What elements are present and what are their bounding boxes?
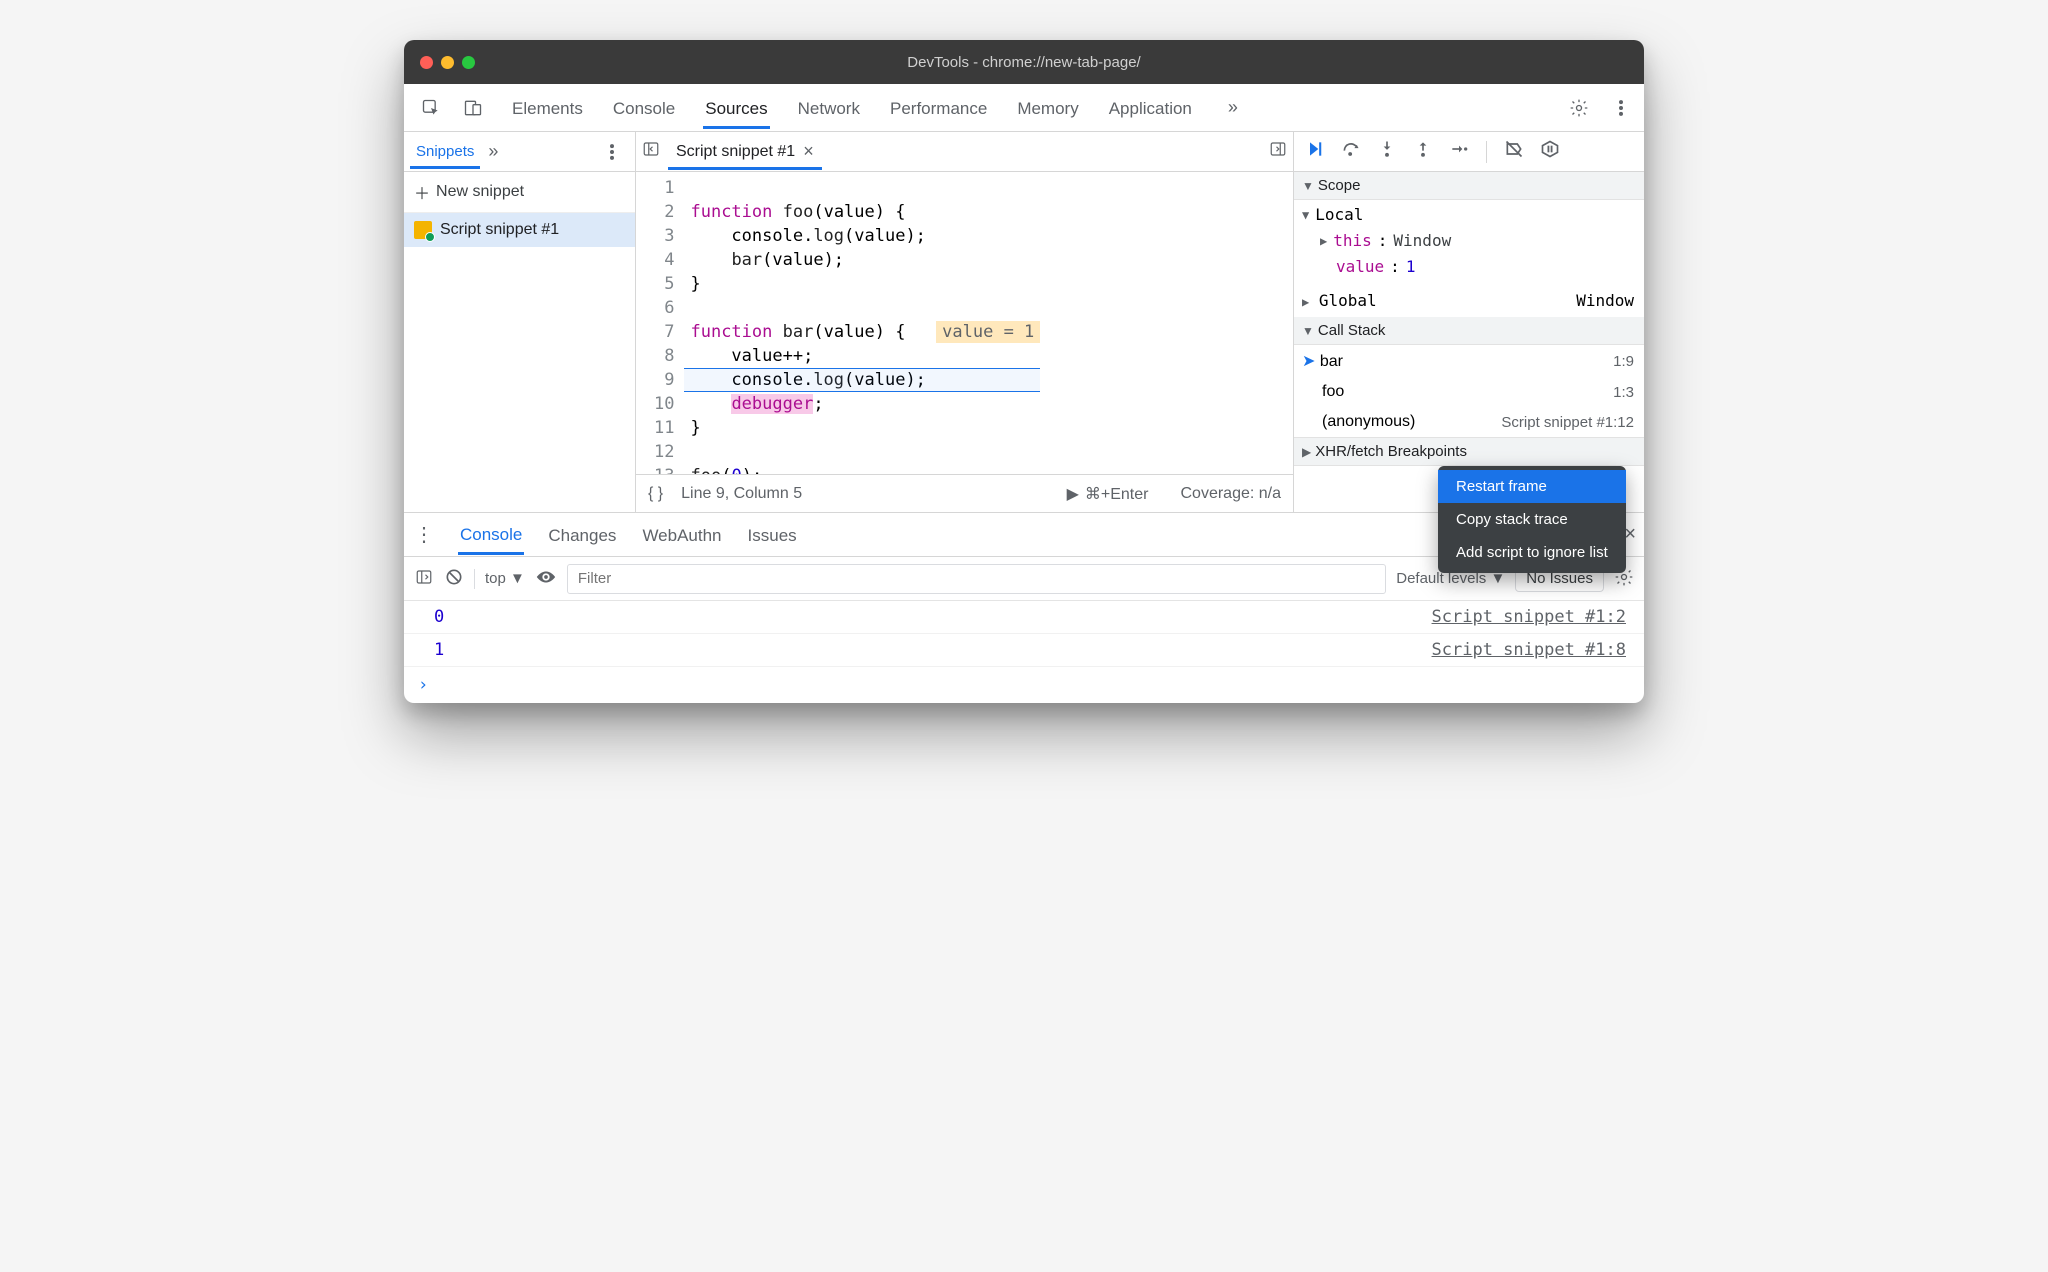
tab-performance[interactable]: Performance: [888, 87, 989, 129]
console-filter-input[interactable]: [567, 564, 1386, 594]
editor-tab-label: Script snippet #1: [676, 143, 795, 161]
sources-panel: Snippets » ＋ New snippet Script snippet …: [404, 132, 1644, 512]
callstack: ➤ bar1:9 foo1:3 (anonymous)Script snippe…: [1294, 345, 1644, 437]
editor-tabbar: Script snippet #1 ×: [636, 132, 1293, 172]
drawer-tab-console[interactable]: Console: [458, 515, 524, 555]
console-sidebar-toggle-icon[interactable]: [414, 568, 434, 590]
window-maximize-button[interactable]: [462, 56, 475, 69]
pause-on-exceptions-button[interactable]: [1539, 139, 1561, 164]
snippet-file-item[interactable]: Script snippet #1: [404, 213, 635, 247]
snippets-tab[interactable]: Snippets: [410, 134, 480, 169]
close-tab-icon[interactable]: ×: [803, 141, 814, 162]
editor-status-bar: { } Line 9, Column 5 ▶ ⌘+Enter Coverage:…: [636, 474, 1293, 512]
step-out-button[interactable]: [1412, 139, 1434, 164]
drawer-tab-issues[interactable]: Issues: [746, 516, 799, 553]
run-shortcut-label: ⌘+Enter: [1085, 484, 1149, 504]
main-toolbar: Elements Console Sources Network Perform…: [404, 84, 1644, 132]
debugger-controls: [1294, 132, 1644, 172]
cursor-position: Line 9, Column 5: [681, 485, 802, 503]
debugger-sidebar: ▼Scope ▼Local ▶this: Window value: 1 ▶ G…: [1294, 132, 1644, 512]
live-expression-icon[interactable]: [535, 569, 557, 589]
callstack-frame[interactable]: ➤ bar1:9: [1294, 345, 1644, 377]
window-title: DevTools - chrome://new-tab-page/: [404, 54, 1644, 71]
console-output: 0Script snippet #1:2 1Script snippet #1:…: [404, 601, 1644, 703]
toggle-debugger-icon[interactable]: [1269, 140, 1287, 163]
code-body: function foo(value) { console.log(value)…: [684, 172, 1040, 474]
editor-area: Script snippet #1 × 12345678910111213 fu…: [636, 132, 1294, 512]
window-close-button[interactable]: [420, 56, 433, 69]
console-prompt[interactable]: ›: [404, 667, 1644, 703]
context-restart-frame[interactable]: Restart frame: [1438, 470, 1626, 503]
navigator-sidebar: Snippets » ＋ New snippet Script snippet …: [404, 132, 636, 512]
scope-section-header[interactable]: ▼Scope: [1294, 172, 1644, 200]
traffic-lights: [420, 56, 475, 69]
tab-elements[interactable]: Elements: [510, 87, 585, 129]
navigator-tabs: Snippets »: [404, 132, 635, 172]
titlebar: DevTools - chrome://new-tab-page/: [404, 40, 1644, 84]
device-toolbar-icon[interactable]: [456, 91, 490, 125]
plus-icon: ＋: [414, 180, 430, 204]
editor-file-tab[interactable]: Script snippet #1 ×: [668, 133, 822, 170]
snippet-file-icon: [414, 221, 432, 239]
drawer-tab-webauthn[interactable]: WebAuthn: [640, 516, 723, 553]
pretty-print-icon[interactable]: { }: [648, 485, 663, 503]
code-editor[interactable]: 12345678910111213 function foo(value) { …: [636, 172, 1293, 474]
execution-context-selector[interactable]: top ▼: [485, 570, 525, 587]
navigator-kebab-icon[interactable]: [595, 135, 629, 169]
log-source-link[interactable]: Script snippet #1:8: [1432, 640, 1626, 660]
drawer-tab-changes[interactable]: Changes: [546, 516, 618, 553]
tab-console[interactable]: Console: [611, 87, 677, 129]
tab-sources[interactable]: Sources: [703, 87, 769, 129]
step-button[interactable]: [1448, 139, 1470, 164]
devtools-window: DevTools - chrome://new-tab-page/ Elemen…: [404, 40, 1644, 703]
tab-network[interactable]: Network: [796, 87, 862, 129]
scope-local: ▼Local ▶this: Window value: 1: [1294, 200, 1644, 286]
resume-button[interactable]: [1304, 139, 1326, 164]
run-snippet-button[interactable]: ▶ ⌘+Enter: [1067, 484, 1149, 504]
toggle-navigator-icon[interactable]: [642, 140, 660, 163]
deactivate-breakpoints-button[interactable]: [1503, 139, 1525, 164]
console-log-row[interactable]: 0Script snippet #1:2: [404, 601, 1644, 634]
new-snippet-button[interactable]: ＋ New snippet: [404, 172, 635, 213]
console-log-row[interactable]: 1Script snippet #1:8: [404, 634, 1644, 667]
line-gutter: 12345678910111213: [636, 172, 684, 474]
callstack-context-menu: Restart frame Copy stack trace Add scrip…: [1438, 466, 1626, 573]
more-navigator-tabs-icon[interactable]: »: [480, 141, 506, 162]
drawer-close-icon[interactable]: ×: [1624, 523, 1636, 546]
log-source-link[interactable]: Script snippet #1:2: [1432, 607, 1626, 627]
more-tabs-icon[interactable]: »: [1220, 97, 1246, 118]
inline-value-hint: value = 1: [936, 321, 1040, 343]
xhr-breakpoints-header[interactable]: ▶XHR/fetch Breakpoints: [1294, 437, 1644, 466]
snippet-file-name: Script snippet #1: [440, 221, 559, 239]
panel-tabs: Elements Console Sources Network Perform…: [510, 87, 1246, 129]
tab-application[interactable]: Application: [1107, 87, 1194, 129]
drawer-kebab-icon[interactable]: ⋮: [412, 522, 436, 547]
context-copy-stack-trace[interactable]: Copy stack trace: [1438, 503, 1626, 536]
step-over-button[interactable]: [1340, 139, 1362, 164]
inspect-element-icon[interactable]: [414, 91, 448, 125]
scope-global[interactable]: ▶ GlobalWindow: [1294, 286, 1644, 317]
step-into-button[interactable]: [1376, 139, 1398, 164]
settings-gear-icon[interactable]: [1562, 91, 1596, 125]
context-add-ignore-list[interactable]: Add script to ignore list: [1438, 536, 1626, 569]
callstack-section-header[interactable]: ▼Call Stack: [1294, 317, 1644, 345]
new-snippet-label: New snippet: [436, 183, 524, 201]
callstack-frame[interactable]: (anonymous)Script snippet #1:12: [1294, 407, 1644, 437]
coverage-label: Coverage: n/a: [1180, 485, 1281, 503]
clear-console-icon[interactable]: [444, 567, 464, 591]
play-icon: ▶: [1067, 484, 1079, 504]
window-minimize-button[interactable]: [441, 56, 454, 69]
kebab-menu-icon[interactable]: [1604, 91, 1638, 125]
callstack-frame[interactable]: foo1:3: [1294, 377, 1644, 407]
tab-memory[interactable]: Memory: [1015, 87, 1080, 129]
